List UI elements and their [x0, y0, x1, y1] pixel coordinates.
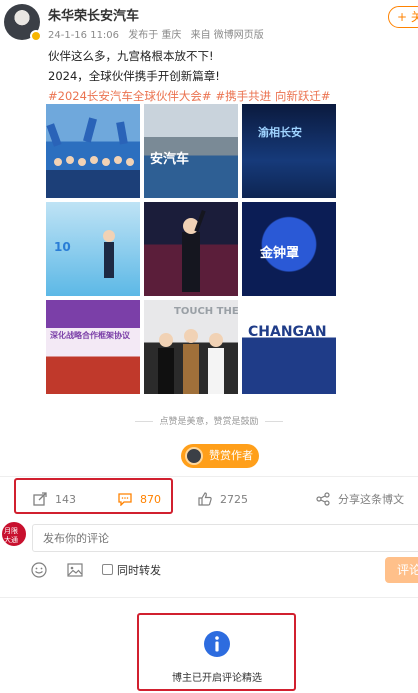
- share-icon: [316, 492, 330, 506]
- image-tile[interactable]: CHANGAN: [242, 300, 336, 394]
- post-line-2: 2024，全球伙伴携手开创新篇章!: [48, 69, 220, 83]
- follow-button[interactable]: + 关: [388, 6, 418, 28]
- like-count: 2725: [220, 492, 248, 506]
- image-tile[interactable]: 渝相长安: [242, 104, 336, 198]
- post-content: 伙伴这么多，九宫格根本放不下! 2024，全球伙伴携手开创新篇章! #2024长…: [48, 46, 408, 106]
- post-line-1: 伙伴这么多，九宫格根本放不下!: [48, 49, 214, 63]
- comment-input[interactable]: [32, 524, 418, 552]
- selfie-icon: [182, 209, 206, 292]
- tile-caption: CHANGAN: [248, 324, 327, 340]
- image-tile[interactable]: [46, 104, 140, 198]
- tile-caption: 安汽车: [150, 152, 190, 167]
- emoji-icon[interactable]: [31, 562, 47, 578]
- image-tile[interactable]: 10: [46, 202, 140, 296]
- like-button[interactable]: 2725: [198, 484, 248, 514]
- topic-link[interactable]: #携手共进 向新跃迁#: [216, 89, 331, 103]
- actions-highlight-box: [14, 478, 173, 514]
- support-hint-text: 点赞是美意，赞赏是鼓励: [159, 417, 259, 427]
- image-upload-icon[interactable]: [67, 562, 83, 578]
- tile-caption: 渝相长安: [258, 126, 302, 139]
- reward-avatar: [185, 447, 203, 465]
- tile-caption: 金钟罩: [260, 246, 300, 261]
- topic-row: #2024长安汽车全球伙伴大会# #携手共进 向新跃迁#: [48, 86, 408, 106]
- info-icon: [204, 631, 230, 657]
- divider-line: [135, 421, 154, 422]
- repost-checkbox[interactable]: [102, 564, 113, 575]
- reward-author-button[interactable]: 赞赏作者: [181, 444, 259, 468]
- image-tile[interactable]: 安汽车: [144, 104, 238, 198]
- comment-selection-notice: 博主已开启评论精选: [172, 673, 262, 684]
- divider: [0, 597, 418, 598]
- divider-line: [264, 421, 283, 422]
- image-grid: 安汽车 渝相长安 10 金钟罩 深化战略合作框架协议 TOUCH THE CHA…: [46, 104, 338, 396]
- image-tile[interactable]: 金钟罩: [242, 202, 336, 296]
- reward-label: 赞赏作者: [209, 449, 253, 462]
- verified-badge-icon: [30, 30, 42, 42]
- post-header: 朱华荣长安汽车 24-1-16 11:06 发布于 重庆 来自 微博网页版 + …: [0, 0, 418, 44]
- post-date[interactable]: 24-1-16 11:06: [48, 30, 119, 41]
- commenter-avatar: 月限大通: [0, 520, 28, 548]
- author-name[interactable]: 朱华荣长安汽车: [48, 5, 139, 24]
- group-photo-icon: [46, 117, 134, 166]
- share-label: 分享这条博文: [338, 493, 404, 506]
- thumbs-up-icon: [198, 492, 212, 506]
- divider: [0, 476, 418, 477]
- image-tile[interactable]: [144, 202, 238, 296]
- post-meta: 24-1-16 11:06 发布于 重庆 来自 微博网页版: [48, 26, 270, 41]
- post-source: 来自 微博网页版: [190, 30, 264, 41]
- repost-checkbox-label[interactable]: 同时转发: [117, 562, 161, 578]
- tile-caption: 深化战略合作框架协议: [50, 331, 130, 340]
- post-location: 发布于 重庆: [128, 30, 182, 41]
- support-hint: 点赞是美意，赞赏是鼓励: [0, 414, 418, 427]
- topic-link[interactable]: #2024长安汽车全球伙伴大会#: [48, 89, 212, 103]
- people-icon: [158, 329, 224, 394]
- submit-comment-button[interactable]: 评论: [385, 557, 418, 583]
- image-tile[interactable]: 深化战略合作框架协议: [46, 300, 140, 394]
- share-button[interactable]: 分享这条博文: [316, 484, 404, 514]
- image-tile[interactable]: TOUCH THE: [144, 300, 238, 394]
- speaker-icon: [103, 230, 115, 278]
